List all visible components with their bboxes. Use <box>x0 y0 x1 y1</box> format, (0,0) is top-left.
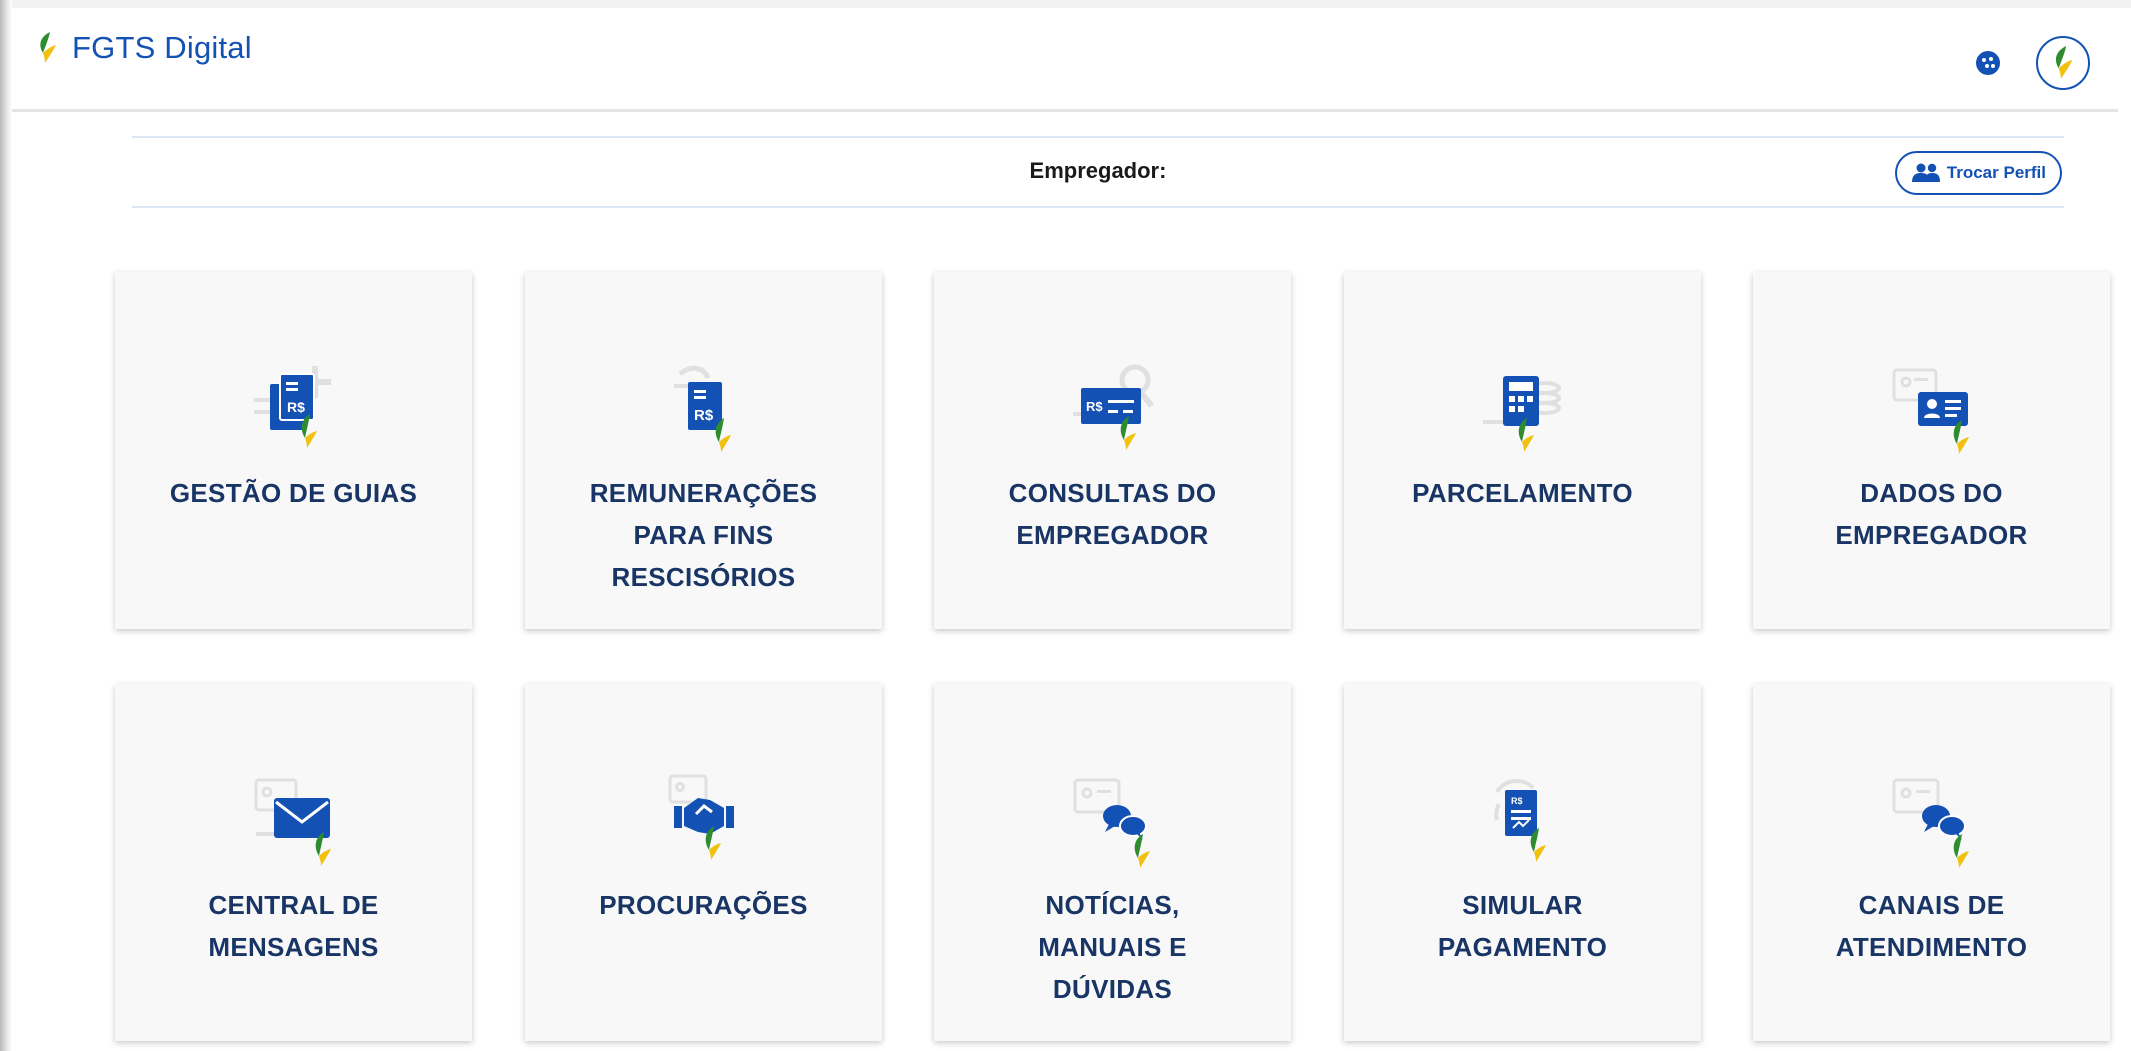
card-label: NOTÍCIAS, MANUAIS E DÚVIDAS <box>1038 890 1187 1004</box>
profile-bar: Empregador: Trocar Perfil <box>132 136 2064 208</box>
card-label: SIMULAR PAGAMENTO <box>1437 890 1608 962</box>
swap-profile-button[interactable]: Trocar Perfil <box>1894 151 2062 195</box>
card-label: CONSULTAS DO EMPREGADOR <box>1008 478 1217 550</box>
card-central-de-mensagens[interactable]: CENTRAL DE MENSAGENS <box>115 684 472 1041</box>
card-remuneracoes[interactable]: R$ REMUNERAÇÕES PARA FINS RESCISÓRIOS <box>525 272 882 629</box>
card-label: PROCURAÇÕES <box>599 890 808 920</box>
simulate-payment-icon: R$ <box>1493 779 1546 862</box>
svg-text:R$: R$ <box>694 407 714 424</box>
card-label: REMUNERAÇÕES PARA FINS RESCISÓRIOS <box>589 478 818 592</box>
remuneration-icon: R$ <box>673 365 731 452</box>
calculator-icon <box>1482 376 1561 452</box>
brand[interactable]: FGTS Digital <box>36 30 252 66</box>
swap-profile-label: Trocar Perfil <box>1946 163 2046 182</box>
card-gestao-de-guias[interactable]: R$ GESTÃO DE GUIAS <box>115 272 472 629</box>
svg-text:R$: R$ <box>1511 796 1523 806</box>
brand-title: FGTS Digital <box>72 30 252 65</box>
card-label: PARCELAMENTO <box>1412 478 1633 508</box>
header-actions <box>1976 36 2090 90</box>
search-payment-icon: R$ <box>1072 364 1154 450</box>
svg-text:R$: R$ <box>287 399 305 415</box>
header: FGTS Digital <box>12 8 2118 112</box>
avatar[interactable] <box>2036 36 2090 90</box>
card-label: CANAIS DE ATENDIMENTO <box>1835 890 2028 962</box>
card-label: DADOS DO EMPREGADOR <box>1835 478 2028 550</box>
card-simular-pagamento[interactable]: R$ SIMULAR PAGAMENTO <box>1344 684 1701 1041</box>
fgts-leaf-icon <box>2055 46 2073 79</box>
card-noticias-manuais-duvidas[interactable]: NOTÍCIAS, MANUAIS E DÚVIDAS <box>934 684 1291 1041</box>
envelope-icon <box>254 778 331 866</box>
chat-news-icon <box>1073 778 1150 868</box>
card-procuracoes[interactable]: PROCURAÇÕES <box>525 684 882 1041</box>
window-top-strip <box>12 0 2131 8</box>
fgts-leaf-icon <box>40 32 56 63</box>
card-label: CENTRAL DE MENSAGENS <box>208 890 379 962</box>
card-parcelamento[interactable]: PARCELAMENTO <box>1344 272 1701 629</box>
guides-icon: R$ <box>253 366 331 448</box>
app-root: FGTS Digital Empregador: Trocar Perfil R… <box>12 8 2131 1051</box>
users-icon <box>1911 163 1940 182</box>
card-label: GESTÃO DE GUIAS <box>169 478 418 508</box>
card-consultas-do-empregador[interactable]: R$ CONSULTAS DO EMPREGADOR <box>934 272 1291 629</box>
id-card-icon <box>1892 368 1969 454</box>
card-canais-de-atendimento[interactable]: CANAIS DE ATENDIMENTO <box>1753 684 2110 1041</box>
card-dados-do-empregador[interactable]: DADOS DO EMPREGADOR <box>1753 272 2110 629</box>
profile-label: Empregador: <box>1029 158 1167 183</box>
cookie-icon[interactable] <box>1976 51 2000 75</box>
handshake-icon <box>668 774 734 860</box>
chat-support-icon <box>1892 778 1969 868</box>
svg-text:R$: R$ <box>1086 399 1103 414</box>
window-edge <box>0 0 12 1051</box>
